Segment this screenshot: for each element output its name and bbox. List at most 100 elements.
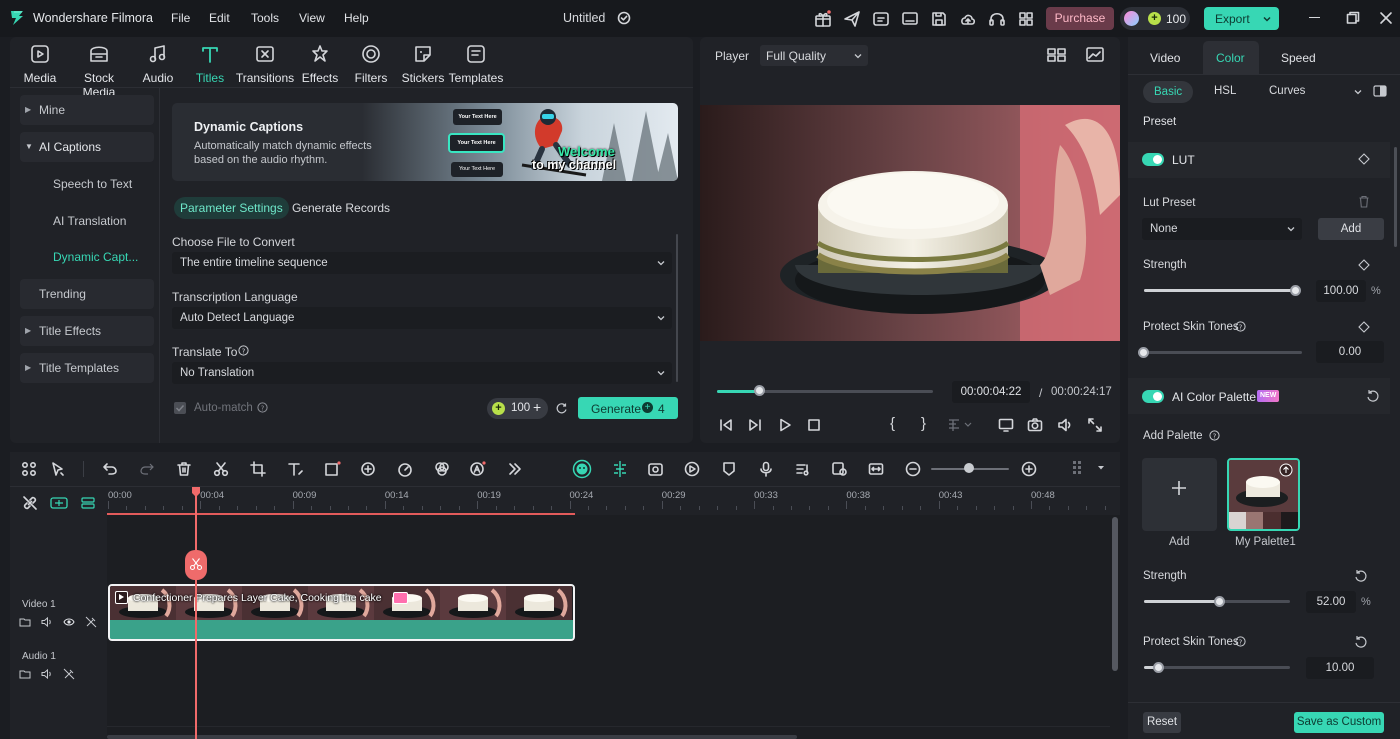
form-scrollbar[interactable] — [676, 234, 678, 382]
track-settings-icon[interactable] — [1072, 460, 1086, 478]
folder-icon[interactable] — [19, 668, 31, 680]
export-button[interactable]: Export — [1204, 7, 1279, 30]
add-palette-button[interactable] — [1142, 458, 1217, 531]
vertical-scrollbar[interactable] — [1112, 517, 1118, 671]
mark-in-icon[interactable]: { — [890, 415, 895, 432]
delete-icon[interactable] — [176, 461, 192, 477]
tab-speed[interactable]: Speed — [1281, 51, 1316, 65]
palette-thumbnail[interactable] — [1227, 458, 1300, 531]
tab-transitions[interactable]: Transitions — [235, 43, 295, 85]
previous-frame-icon[interactable] — [718, 417, 734, 433]
snapshot-view-icon[interactable] — [1086, 47, 1104, 63]
stop-icon[interactable] — [806, 417, 822, 433]
reset-button[interactable]: Reset — [1143, 712, 1181, 733]
menu-file[interactable]: File — [171, 11, 190, 25]
play-icon[interactable] — [777, 417, 793, 433]
palette-strength-value[interactable]: 52.00 — [1306, 591, 1356, 613]
help-icon[interactable]: ? — [1209, 430, 1220, 441]
video-clip[interactable]: Confectioner Prepares Layer Cake, Cookin… — [108, 584, 575, 641]
refresh-icon[interactable] — [555, 402, 568, 415]
menu-tools[interactable]: Tools — [251, 11, 279, 25]
purchase-button[interactable]: Purchase — [1046, 7, 1114, 30]
undo-icon[interactable] — [102, 461, 118, 477]
translate-select[interactable]: No Translation — [172, 362, 672, 384]
track-manager-icon[interactable] — [80, 495, 96, 511]
redo-icon[interactable] — [139, 461, 155, 477]
sidebar-item-speech-to-text[interactable]: Speech to Text — [20, 169, 154, 199]
mark-out-icon[interactable]: } — [921, 415, 926, 432]
ai-assistant-icon[interactable] — [572, 459, 592, 479]
protect-skin-slider-handle[interactable] — [1138, 347, 1149, 358]
lut-preset-select[interactable]: None — [1142, 218, 1302, 240]
speed-icon[interactable] — [397, 461, 413, 477]
protect-skin-slider[interactable] — [1144, 351, 1302, 354]
select-tool-icon[interactable] — [50, 461, 66, 477]
speaker-icon[interactable] — [41, 616, 53, 628]
language-select[interactable]: Auto Detect Language — [172, 307, 672, 329]
zoom-out-icon[interactable] — [905, 461, 921, 477]
microphone-icon[interactable] — [758, 461, 774, 477]
keyframe-diamond-icon[interactable] — [1358, 321, 1370, 333]
scissors-icon[interactable] — [213, 461, 229, 477]
tab-media[interactable]: Media — [10, 43, 70, 85]
minimize-icon[interactable] — [1309, 17, 1320, 18]
help-icon[interactable]: ? — [1235, 321, 1246, 332]
strength-slider[interactable] — [1144, 289, 1296, 292]
split-clip-button[interactable] — [185, 550, 207, 580]
display-icon[interactable] — [998, 417, 1014, 433]
sidebar-item-trending[interactable]: Trending — [20, 279, 154, 309]
subtab-basic[interactable]: Basic — [1143, 81, 1194, 103]
palette-upload-icon[interactable] — [1279, 463, 1293, 477]
screen-icon[interactable] — [900, 9, 920, 29]
sidebar-item-ai-translation[interactable]: AI Translation — [20, 206, 154, 236]
marker-icon[interactable] — [721, 461, 737, 477]
horizontal-scrollbar[interactable] — [107, 735, 797, 739]
ai-image-icon[interactable] — [647, 461, 664, 477]
close-icon[interactable] — [1379, 11, 1393, 25]
strength-value[interactable]: 100.00 — [1316, 280, 1366, 302]
zoom-slider-handle[interactable] — [964, 463, 974, 473]
subtab-curves[interactable]: Curves — [1269, 85, 1305, 97]
headset-icon[interactable] — [987, 9, 1007, 29]
help-icon[interactable]: ? — [238, 345, 249, 356]
palette-protect-value[interactable]: 10.00 — [1306, 657, 1374, 679]
playback-scrubber-handle[interactable] — [754, 385, 766, 396]
reset-icon[interactable] — [1354, 635, 1368, 649]
auto-reframe-icon[interactable] — [684, 461, 700, 477]
templates-icon[interactable] — [871, 9, 891, 29]
zoom-in-icon[interactable] — [1021, 461, 1037, 477]
tab-stickers[interactable]: Stickers — [393, 43, 453, 85]
reset-icon[interactable] — [1354, 569, 1368, 583]
chevron-down-icon[interactable] — [1262, 14, 1272, 24]
palette-strength-slider-handle[interactable] — [1213, 596, 1225, 607]
apps-grid-icon[interactable] — [1016, 9, 1036, 29]
trash-icon[interactable] — [1358, 195, 1370, 208]
playback-scrubber[interactable] — [717, 390, 933, 393]
credits-badge[interactable]: + 100 — [1120, 7, 1190, 30]
ai-palette-toggle[interactable] — [1142, 390, 1164, 403]
file-select[interactable]: The entire timeline sequence — [172, 252, 672, 274]
help-icon[interactable]: ? — [1235, 636, 1246, 647]
quality-select[interactable]: Full Quality — [760, 45, 868, 66]
link-icon[interactable] — [22, 495, 38, 511]
keyframe-diamond-icon[interactable] — [1358, 153, 1370, 165]
subtab-hsl[interactable]: HSL — [1214, 85, 1236, 97]
keyframe-diamond-icon[interactable] — [1358, 259, 1370, 271]
tab-audio[interactable]: Audio — [129, 43, 187, 85]
tab-templates[interactable]: Templates — [446, 43, 506, 85]
fit-timeline-icon[interactable] — [868, 461, 884, 477]
lut-toggle[interactable] — [1142, 153, 1164, 166]
color-match-icon[interactable] — [434, 461, 450, 477]
palette-protect-slider[interactable] — [1144, 666, 1290, 669]
grid-view-icon[interactable] — [1047, 47, 1067, 63]
folder-icon[interactable] — [19, 616, 31, 628]
save-icon[interactable] — [929, 9, 949, 29]
next-frame-icon[interactable] — [747, 417, 763, 433]
palette-protect-slider-handle[interactable] — [1152, 662, 1164, 673]
tab-filters[interactable]: Filters — [341, 43, 401, 85]
props-scrollbar[interactable] — [1394, 147, 1397, 247]
volume-icon[interactable] — [1057, 417, 1073, 433]
help-icon[interactable]: ? — [257, 402, 268, 413]
strength-slider-handle[interactable] — [1290, 285, 1301, 296]
cloud-upload-icon[interactable] — [958, 9, 978, 29]
